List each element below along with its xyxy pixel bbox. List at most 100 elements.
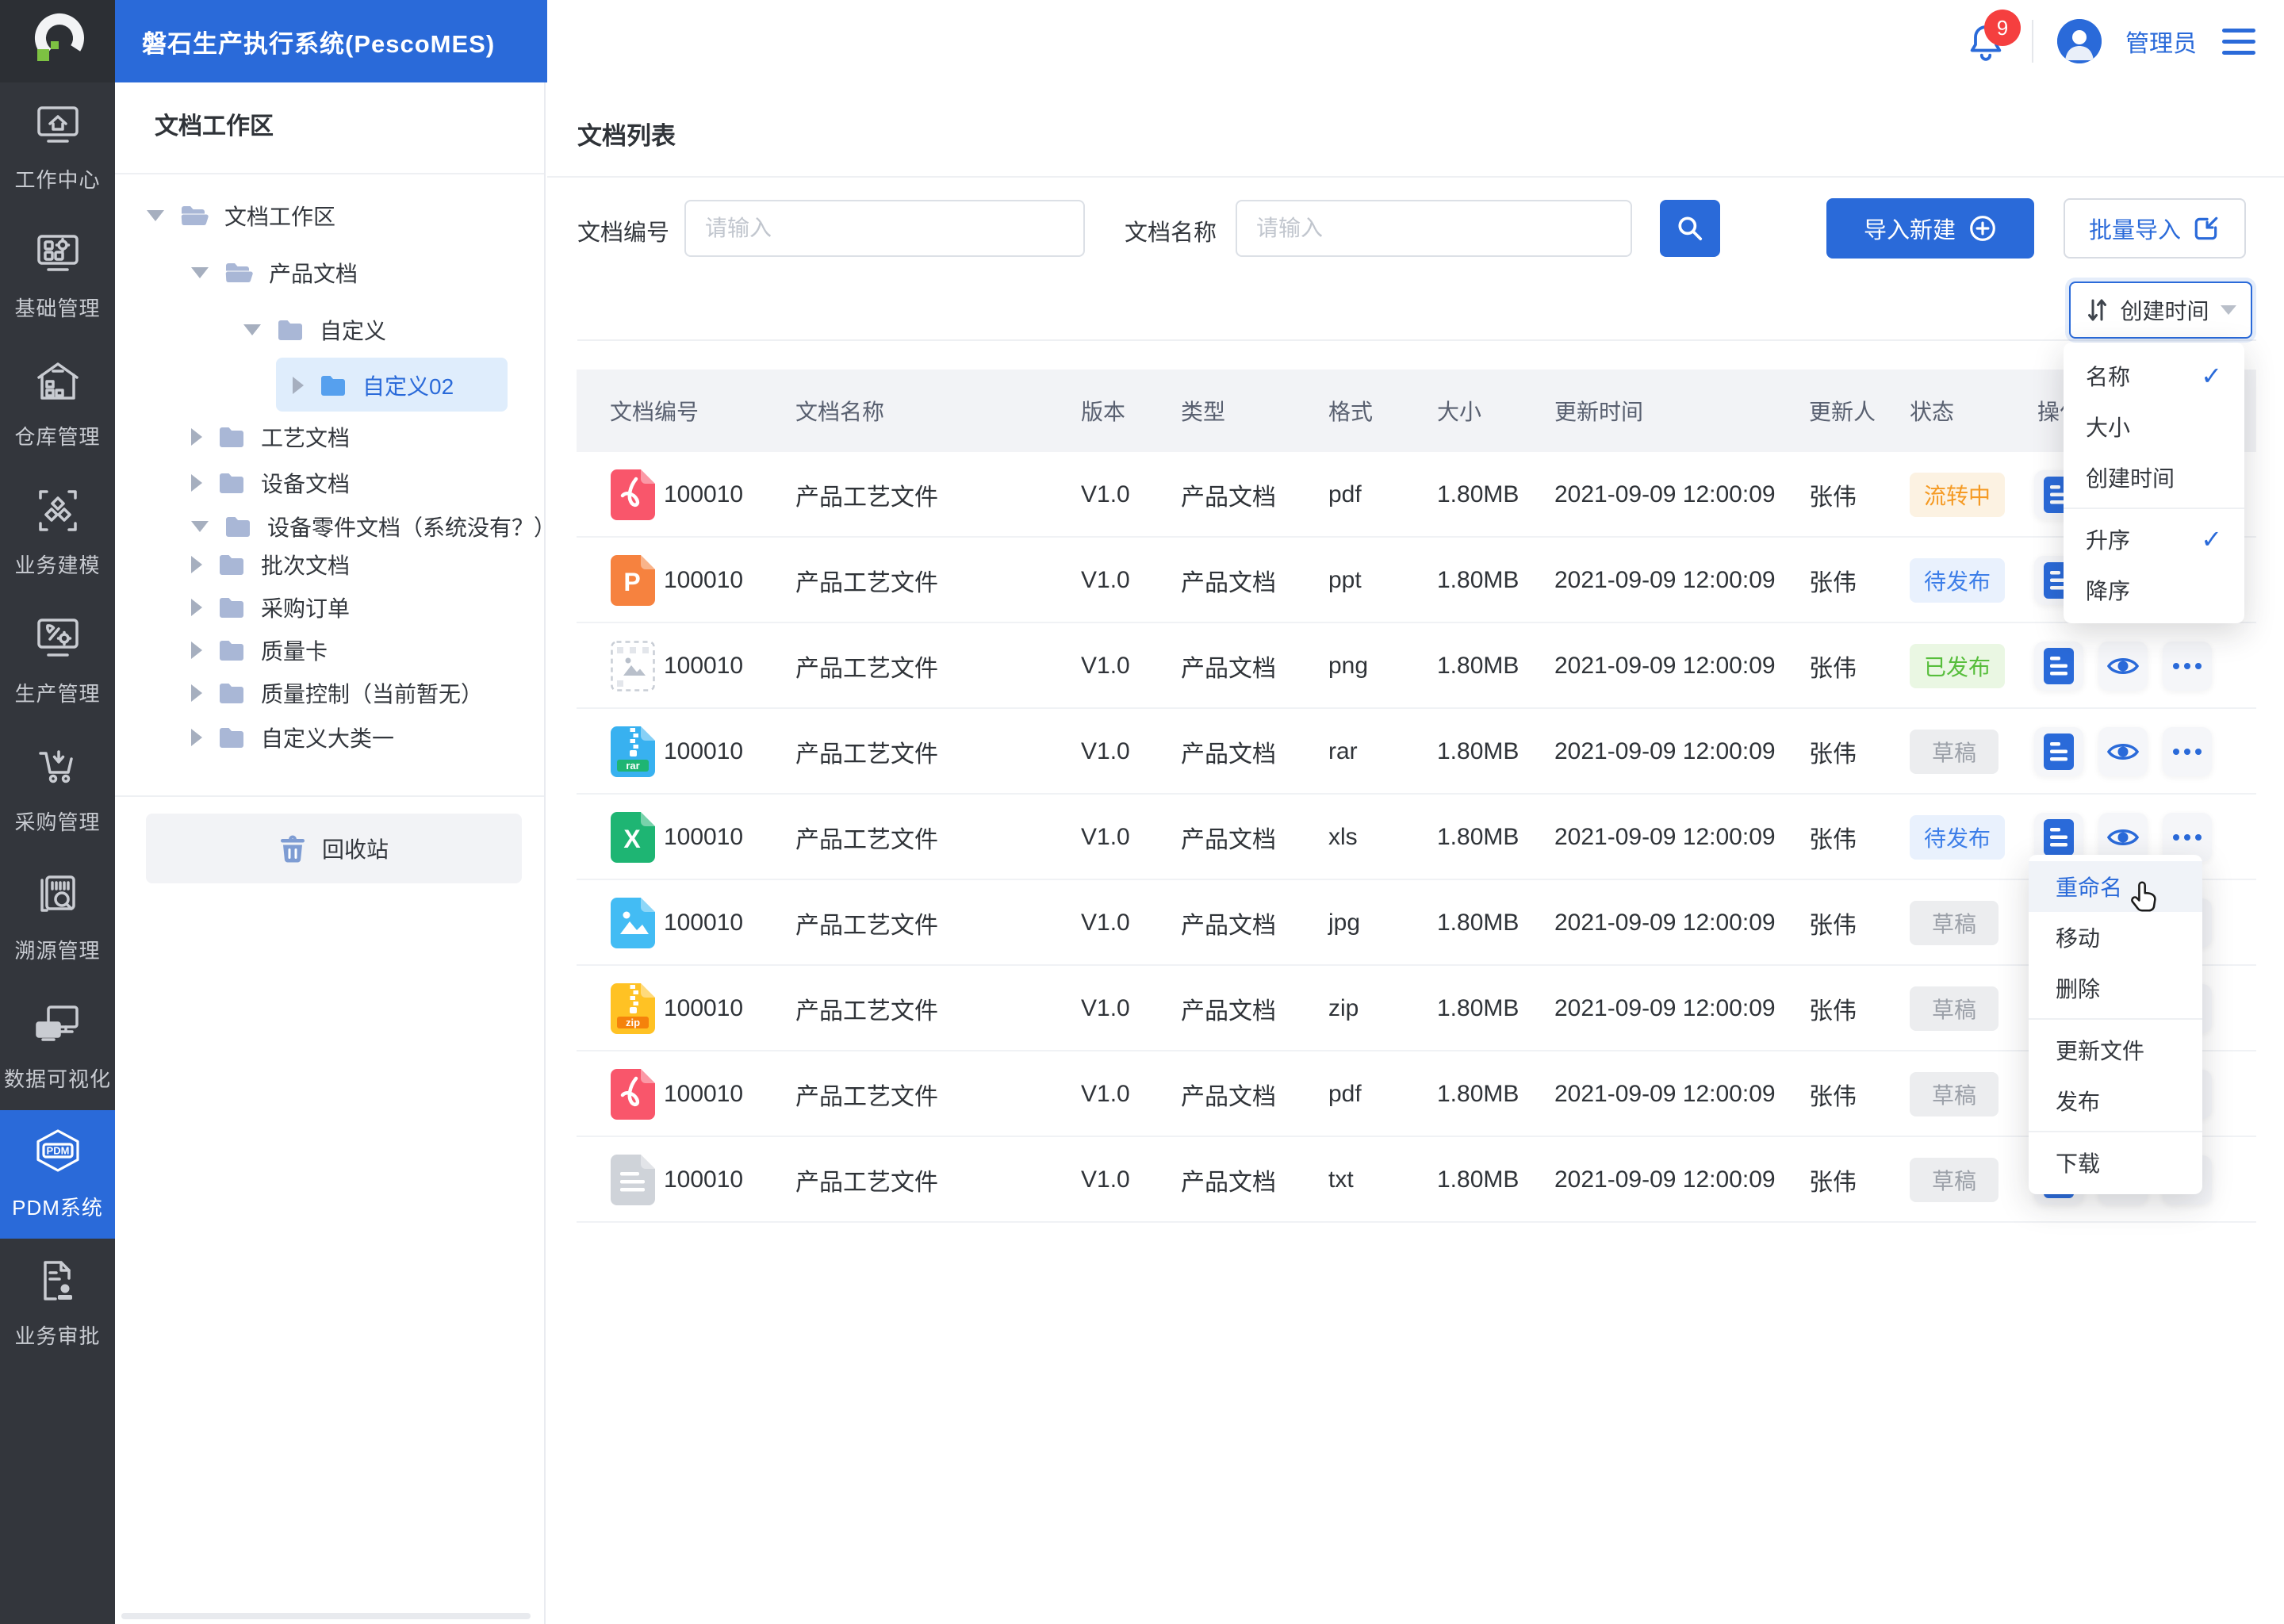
- sort-order-option[interactable]: 降序 ✓: [2064, 565, 2244, 615]
- tree-node-8[interactable]: 批次文档: [115, 542, 544, 587]
- sort-field-option[interactable]: 名称 ✓: [2064, 350, 2244, 401]
- search-button[interactable]: [1660, 200, 1720, 257]
- table-row-3[interactable]: 100010 产品工艺文件 V1.0 产品文档 png 1.80MB 2021-…: [577, 623, 2256, 709]
- sort-menu-item-label: 大小: [2086, 416, 2131, 440]
- table-row-7[interactable]: zip 100010 产品工艺文件 V1.0 产品文档 zip 1.80MB 2…: [577, 966, 2256, 1051]
- caret-icon[interactable]: [191, 474, 202, 492]
- recycle-bin-button[interactable]: 回收站: [146, 814, 522, 883]
- context-menu-item[interactable]: 下载: [2029, 1137, 2202, 1188]
- tree-node-1[interactable]: 文档工作区: [115, 193, 544, 238]
- document-icon: [2044, 733, 2074, 770]
- tree-node-2[interactable]: 产品文档: [115, 251, 544, 295]
- caret-icon[interactable]: [191, 599, 202, 616]
- cell-doc-name: 产品工艺文件: [795, 827, 938, 853]
- tree-node-label: 自定义02: [362, 374, 454, 399]
- nav-rail-item-procurement[interactable]: 采购管理: [0, 725, 115, 853]
- caret-icon[interactable]: [191, 428, 202, 446]
- cell-doc-no: 100010: [664, 910, 744, 936]
- nav-rail-item-warehouse[interactable]: 仓库管理: [0, 339, 115, 468]
- sort-field-option[interactable]: 创建时间 ✓: [2064, 452, 2244, 503]
- nav-rail-item-base-mgmt[interactable]: 基础管理: [0, 211, 115, 339]
- sort-field-option[interactable]: 大小 ✓: [2064, 401, 2244, 452]
- caret-icon[interactable]: [191, 729, 202, 746]
- context-menu-item[interactable]: 重命名: [2029, 861, 2202, 912]
- tree-node-11[interactable]: 质量控制（当前暂无）: [115, 671, 544, 715]
- tree-node-3[interactable]: 自定义: [115, 308, 544, 352]
- cell-doc-no: 100010: [664, 653, 744, 679]
- cell-updated-at: 2021-09-09 12:00:09: [1554, 910, 1776, 936]
- sort-order-option[interactable]: 升序 ✓: [2064, 514, 2244, 565]
- batch-import-button[interactable]: 批量导入: [2064, 198, 2246, 259]
- document-icon: [2044, 648, 2074, 684]
- table-row-5[interactable]: X 100010 产品工艺文件 V1.0 产品文档 xls 1.80MB 202…: [577, 795, 2256, 880]
- table-row-9[interactable]: 100010 产品工艺文件 V1.0 产品文档 txt 1.80MB 2021-…: [577, 1137, 2256, 1223]
- folder-icon: [277, 319, 304, 341]
- nav-rail-item-trace[interactable]: 溯源管理: [0, 853, 115, 982]
- tree-node-10[interactable]: 质量卡: [115, 628, 544, 672]
- tree-node-9[interactable]: 采购订单: [115, 585, 544, 630]
- cell-updated-by: 张伟: [1809, 485, 1857, 511]
- cell-updated-by: 张伟: [1809, 827, 1857, 853]
- detail-button[interactable]: [2034, 727, 2083, 776]
- sort-button[interactable]: 创建时间: [2069, 282, 2252, 339]
- caret-icon[interactable]: [191, 521, 209, 532]
- nav-rail-item-modeling[interactable]: 业务建模: [0, 468, 115, 596]
- caret-icon[interactable]: [191, 684, 202, 702]
- context-menu-item[interactable]: 更新文件: [2029, 1025, 2202, 1075]
- tree-node-6[interactable]: 设备文档: [115, 461, 544, 505]
- context-menu-item-label: 删除: [2056, 977, 2101, 1002]
- caret-icon[interactable]: [191, 267, 209, 278]
- table-row-2[interactable]: P 100010 产品工艺文件 V1.0 产品文档 ppt 1.80MB 202…: [577, 538, 2256, 623]
- nav-rail-item-pdm[interactable]: PDM PDM系统: [0, 1110, 115, 1239]
- tree-node-5[interactable]: 工艺文档: [115, 415, 544, 459]
- import-new-button[interactable]: 导入新建: [1826, 198, 2034, 259]
- status-badge: 待发布: [1910, 815, 2006, 860]
- folder-icon: [180, 205, 209, 227]
- caret-icon[interactable]: [191, 642, 202, 659]
- workbench-icon: [33, 100, 83, 155]
- caret-icon[interactable]: [147, 210, 164, 221]
- context-menu-item[interactable]: 移动: [2029, 912, 2202, 963]
- more-button[interactable]: [2163, 727, 2212, 776]
- nav-rail-label: 工作中心: [14, 168, 101, 192]
- context-menu-item[interactable]: 删除: [2029, 963, 2202, 1013]
- caret-icon[interactable]: [191, 556, 202, 573]
- notification-button[interactable]: 9: [1964, 10, 2021, 63]
- tree-panel-title: 文档工作区: [155, 113, 274, 140]
- tree-node-4[interactable]: 自定义02: [115, 358, 544, 412]
- detail-button[interactable]: [2034, 642, 2083, 691]
- nav-rail-item-data-vis[interactable]: 数据可视化: [0, 982, 115, 1110]
- cell-doc-name: 产品工艺文件: [795, 913, 938, 939]
- user-avatar[interactable]: [2057, 19, 2102, 63]
- more-button[interactable]: [2163, 642, 2212, 691]
- search-icon: [1678, 216, 1703, 241]
- app-logo[interactable]: [0, 0, 115, 82]
- table-row-8[interactable]: 100010 产品工艺文件 V1.0 产品文档 pdf 1.80MB 2021-…: [577, 1051, 2256, 1137]
- table-row-1[interactable]: 100010 产品工艺文件 V1.0 产品文档 pdf 1.80MB 2021-…: [577, 452, 2256, 538]
- table-row-4[interactable]: rar 100010 产品工艺文件 V1.0 产品文档 rar 1.80MB 2…: [577, 709, 2256, 795]
- column-header-updated-by: 更新人: [1809, 400, 1876, 424]
- ellipsis-icon: [2173, 749, 2202, 755]
- doc-no-input[interactable]: [684, 200, 1085, 257]
- procurement-icon: [33, 742, 83, 797]
- cell-version: V1.0: [1081, 1166, 1130, 1193]
- user-name[interactable]: 管理员: [2125, 24, 2197, 59]
- caret-icon[interactable]: [243, 324, 261, 335]
- preview-button[interactable]: [2098, 727, 2148, 776]
- context-menu-item[interactable]: 发布: [2029, 1075, 2202, 1126]
- tree-node-12[interactable]: 自定义大类一: [115, 715, 544, 760]
- table-row-6[interactable]: 100010 产品工艺文件 V1.0 产品文档 jpg 1.80MB 2021-…: [577, 880, 2256, 966]
- nav-rail-item-production[interactable]: 生产管理: [0, 596, 115, 725]
- menu-divider: [2029, 1131, 2202, 1132]
- caret-icon[interactable]: [293, 377, 304, 394]
- cell-doc-name: 产品工艺文件: [795, 998, 938, 1025]
- horizontal-scrollbar[interactable]: [121, 1613, 531, 1619]
- doc-name-input[interactable]: [1236, 200, 1632, 257]
- cell-updated-by: 张伟: [1809, 998, 1857, 1025]
- preview-button[interactable]: [2098, 642, 2148, 691]
- menu-icon[interactable]: [2221, 24, 2257, 59]
- nav-rail-item-approval[interactable]: 业务审批: [0, 1239, 115, 1367]
- nav-rail-item-workbench[interactable]: 工作中心: [0, 82, 115, 211]
- production-icon: [33, 614, 83, 668]
- ppt-file-icon: P: [611, 555, 655, 606]
